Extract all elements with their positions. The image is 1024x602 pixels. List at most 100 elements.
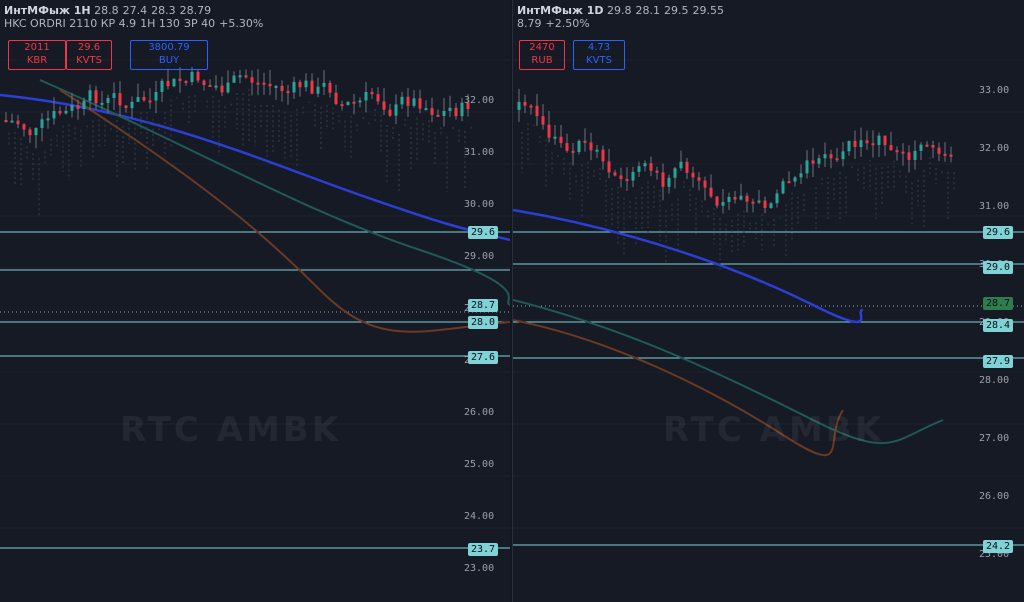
candle-body <box>382 101 386 110</box>
candle-body <box>859 140 863 147</box>
candle-body <box>661 172 665 187</box>
candle-body <box>697 177 701 181</box>
candle-body <box>571 150 575 153</box>
moving-average-blue <box>513 208 864 324</box>
candle-body <box>745 195 749 202</box>
candle-body <box>352 101 356 104</box>
candle-body <box>673 168 677 178</box>
candle-body <box>274 85 278 88</box>
candle-body <box>583 140 587 143</box>
chart-pane-left[interactable]: RTC AMBK ИнтМФыж 1H 28.8 27.4 28.3 28.79 HK… <box>0 0 510 602</box>
price-tag: 24.2 <box>983 540 1014 553</box>
candle-body <box>232 75 236 83</box>
candle-body <box>82 100 86 110</box>
candle-body <box>118 93 122 106</box>
candle-body <box>847 140 851 152</box>
candle-body <box>238 75 242 78</box>
candle-body <box>112 93 116 98</box>
candle-body <box>901 151 905 154</box>
candle-body <box>28 129 32 136</box>
candle-body <box>733 196 737 200</box>
watermark: RTC AMBK <box>120 410 342 450</box>
candle-body <box>643 163 647 167</box>
candle-body <box>280 85 284 92</box>
price-axis-label: 27.00 <box>979 433 1010 444</box>
symbol-label[interactable]: ИнтМФыж 1H <box>4 4 91 17</box>
candle-body <box>823 154 827 159</box>
symbol-label[interactable]: ИнтМФыж 1D <box>517 4 604 17</box>
candle-body <box>4 120 8 122</box>
quantity-box[interactable]: 29.6 KVTS <box>66 40 112 70</box>
candle-body <box>346 101 350 105</box>
candle-body <box>316 86 320 94</box>
buy-button[interactable]: 4.73 KVTS <box>573 40 625 70</box>
price-tag: 28.7 <box>468 299 499 312</box>
candle-body <box>256 82 260 85</box>
candle-body <box>829 154 833 159</box>
candle-body <box>679 161 683 169</box>
candle-body <box>763 200 767 208</box>
candle-body <box>781 181 785 194</box>
candle-body <box>424 108 428 111</box>
candle-body <box>160 80 164 92</box>
candle-body <box>715 196 719 206</box>
sell-button[interactable]: 2470 RUB <box>519 40 565 70</box>
sell-button[interactable]: 2011 KBR <box>8 40 66 70</box>
indicator-values: 8.79 +2.50% <box>517 17 590 30</box>
price-axis-label: 23.00 <box>464 563 495 574</box>
candle-body <box>721 202 725 206</box>
candle-body <box>799 173 803 178</box>
candle-body <box>817 158 821 164</box>
candle-body <box>607 161 611 173</box>
candle-body <box>625 178 629 181</box>
candle-body <box>913 150 917 160</box>
chart-pane-right[interactable]: RTC AMBK ИнтМФыж 1D 29.8 28.1 29.5 29.55 8.… <box>512 0 1024 602</box>
candle-body <box>454 107 458 117</box>
candle-body <box>751 201 755 204</box>
candle-body <box>631 171 635 181</box>
candle-body <box>64 110 68 114</box>
candle-body <box>196 71 200 81</box>
candle-body <box>298 81 302 88</box>
candle-body <box>757 200 761 203</box>
candle-body <box>268 83 272 87</box>
price-axis-label: 32.00 <box>464 95 495 106</box>
candle-body <box>805 160 809 174</box>
price-tag: 27.9 <box>983 355 1014 368</box>
candle-body <box>703 180 707 188</box>
candle-body <box>841 151 845 160</box>
candle-body <box>88 90 92 101</box>
candle-body <box>595 149 599 152</box>
candle-body <box>94 90 98 104</box>
candle-body <box>172 78 176 87</box>
candle-body <box>523 101 527 106</box>
ohlc-values: 28.8 27.4 28.3 28.79 <box>94 4 212 17</box>
candle-body <box>919 144 923 151</box>
candle-body <box>553 136 557 139</box>
candle-body <box>577 140 581 152</box>
candle-body <box>388 109 392 116</box>
candle-body <box>136 97 140 102</box>
price-tag: 29.0 <box>983 261 1014 274</box>
price-axis-label: 31.00 <box>464 147 495 158</box>
buy-button[interactable]: 3800.79 BUY <box>130 40 208 70</box>
candlestick-chart-left[interactable] <box>0 0 510 602</box>
candle-body <box>130 101 134 109</box>
candle-body <box>709 187 713 197</box>
ohlc-values: 29.8 28.1 29.5 29.55 <box>607 4 725 17</box>
candlestick-chart-right[interactable] <box>513 0 1024 602</box>
candle-body <box>334 92 338 105</box>
candle-body <box>448 107 452 111</box>
price-tag: 28.0 <box>468 316 499 329</box>
candle-body <box>286 91 290 94</box>
candle-body <box>418 98 422 109</box>
moving-average-brown <box>59 89 510 333</box>
candle-body <box>22 124 26 130</box>
candle-body <box>517 101 521 110</box>
price-tag: 28.4 <box>983 319 1014 332</box>
price-tag: 29.6 <box>983 226 1014 239</box>
candle-body <box>775 193 779 204</box>
candle-body <box>328 82 332 93</box>
candle-body <box>376 94 380 102</box>
candle-body <box>565 143 569 151</box>
